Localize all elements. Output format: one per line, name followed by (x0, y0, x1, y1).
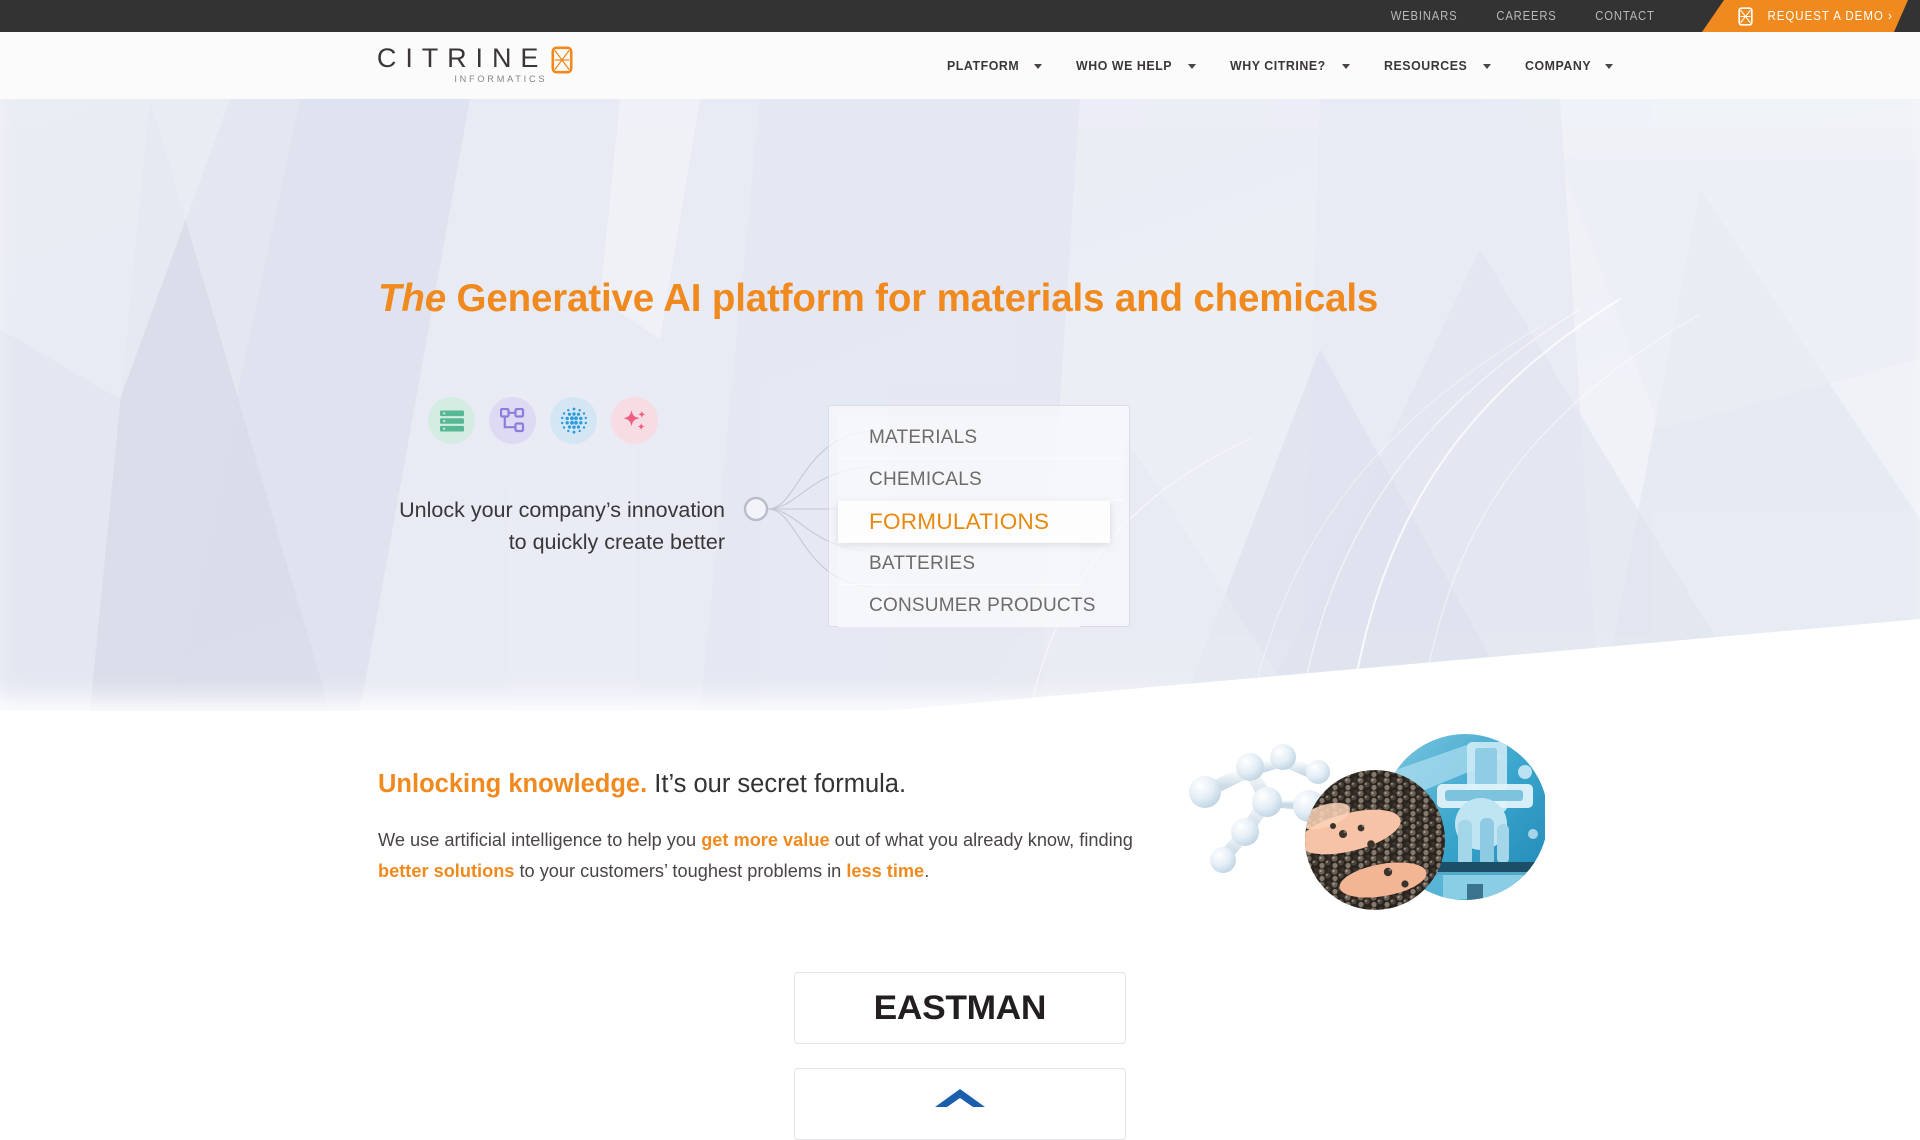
category-label: MATERIALS (869, 426, 978, 448)
logo-card-eastman[interactable]: EASTMAN (794, 972, 1126, 1044)
request-a-demo-label: REQUEST A DEMO › (1767, 9, 1893, 23)
logo-name: CITRINE (376, 43, 548, 73)
hero-tagline: Unlock your company’s innovation to quic… (300, 495, 725, 559)
feature-icon-database (428, 397, 475, 444)
nav-item-label: WHY CITRINE? (1230, 58, 1326, 73)
hero-category-list: MATERIALS CHEMICALS FORMULATIONS BATTERI… (838, 417, 1124, 627)
category-label: CONSUMER PRODUCTS (869, 594, 1096, 616)
nav-item-platform[interactable]: PLATFORM (930, 32, 1059, 99)
nav-item-label: COMPANY (1524, 58, 1591, 73)
category-label: CHEMICALS (869, 468, 982, 490)
hero-headline-emphasis: The (378, 277, 446, 320)
hero-tagline-line1: Unlock your company’s innovation (399, 498, 725, 522)
top-utility-bar: WEBINARS CAREERS CONTACT REQUEST A DEMO … (0, 0, 1920, 32)
nav-item-company[interactable]: COMPANY (1508, 32, 1630, 99)
logo-card-partial[interactable] (794, 1068, 1126, 1140)
logo-tagline: INFORMATICS (454, 74, 548, 85)
logo-wordmark: CITRINE INFORMATICS (368, 43, 548, 85)
hero-tagline-line2: to quickly create better (508, 529, 725, 554)
workflow-nodes-icon (500, 408, 525, 433)
feature-icon-workflow (489, 397, 536, 444)
category-item-materials[interactable]: MATERIALS (838, 417, 1124, 459)
section2-heading-dark: It’s our secret formula. (647, 770, 907, 798)
site-header: CITRINE INFORMATICS PLATFORM WHO WE HELP… (0, 32, 1920, 99)
nav-item-why-citrine[interactable]: WHY CITRINE? (1213, 32, 1367, 99)
section2-heading: Unlocking knowledge. It’s our secret for… (378, 770, 906, 799)
chevron-down-icon (1033, 64, 1042, 69)
category-label: BATTERIES (869, 552, 976, 574)
nav-item-label: RESOURCES (1384, 58, 1468, 73)
citrine-cube-icon (551, 46, 573, 74)
nav-item-label: PLATFORM (947, 58, 1020, 73)
database-icon (439, 410, 464, 431)
category-item-consumer-products[interactable]: CONSUMER PRODUCTS (838, 585, 1095, 627)
main-navigation: PLATFORM WHO WE HELP WHY CITRINE? RESOUR… (930, 32, 1630, 99)
logo[interactable]: CITRINE INFORMATICS (368, 43, 573, 85)
body-text: to your customers’ toughest problems in (514, 860, 847, 881)
partner-chevron-icon (935, 1089, 985, 1107)
nav-item-label: WHO WE HELP (1075, 58, 1172, 73)
feature-icon-sparkles (611, 397, 658, 444)
category-item-formulations[interactable]: FORMULATIONS (838, 501, 1110, 543)
body-emphasis: get more value (701, 830, 830, 850)
hero-headline: The Generative AI platform for materials… (378, 277, 1378, 321)
dot-grid-icon (560, 407, 587, 434)
chevron-down-icon (1342, 64, 1350, 69)
citrine-cube-icon (1738, 6, 1753, 26)
body-emphasis: less time (846, 860, 925, 881)
molecule-pellets-microscope-collage (1189, 734, 1545, 910)
section2-body: We use artificial intelligence to help y… (378, 825, 1138, 886)
body-emphasis: better solutions (378, 860, 515, 881)
nav-item-who-we-help[interactable]: WHO WE HELP (1059, 32, 1213, 99)
connector-node-icon (743, 496, 769, 522)
topbar-link-contact[interactable]: CONTACT (1595, 9, 1654, 23)
request-a-demo-button[interactable]: REQUEST A DEMO › (1702, 0, 1920, 32)
body-text: . (924, 860, 930, 881)
section2-heading-orange: Unlocking knowledge. (378, 770, 648, 798)
hero-feature-icons (428, 397, 658, 444)
chevron-down-icon (1188, 64, 1197, 69)
body-text: out of what you already know, finding (829, 830, 1133, 850)
feature-icon-dot-grid (550, 397, 597, 444)
eastman-logo-text: EASTMAN (873, 988, 1047, 1027)
topbar-link-careers[interactable]: CAREERS (1496, 9, 1556, 23)
category-item-chemicals[interactable]: CHEMICALS (838, 459, 1124, 501)
chevron-down-icon (1482, 64, 1491, 69)
topbar-link-webinars[interactable]: WEBINARS (1390, 9, 1457, 23)
category-label: FORMULATIONS (869, 509, 1050, 534)
nav-item-resources[interactable]: RESOURCES (1367, 32, 1508, 99)
hero-section: The Generative AI platform for materials… (0, 99, 1920, 711)
hero-headline-rest: Generative AI platform for materials and… (446, 277, 1379, 320)
category-item-batteries[interactable]: BATTERIES (838, 543, 1080, 585)
sparkles-icon (623, 409, 645, 430)
chevron-down-icon (1604, 64, 1613, 69)
body-text: We use artificial intelligence to help y… (378, 830, 702, 850)
